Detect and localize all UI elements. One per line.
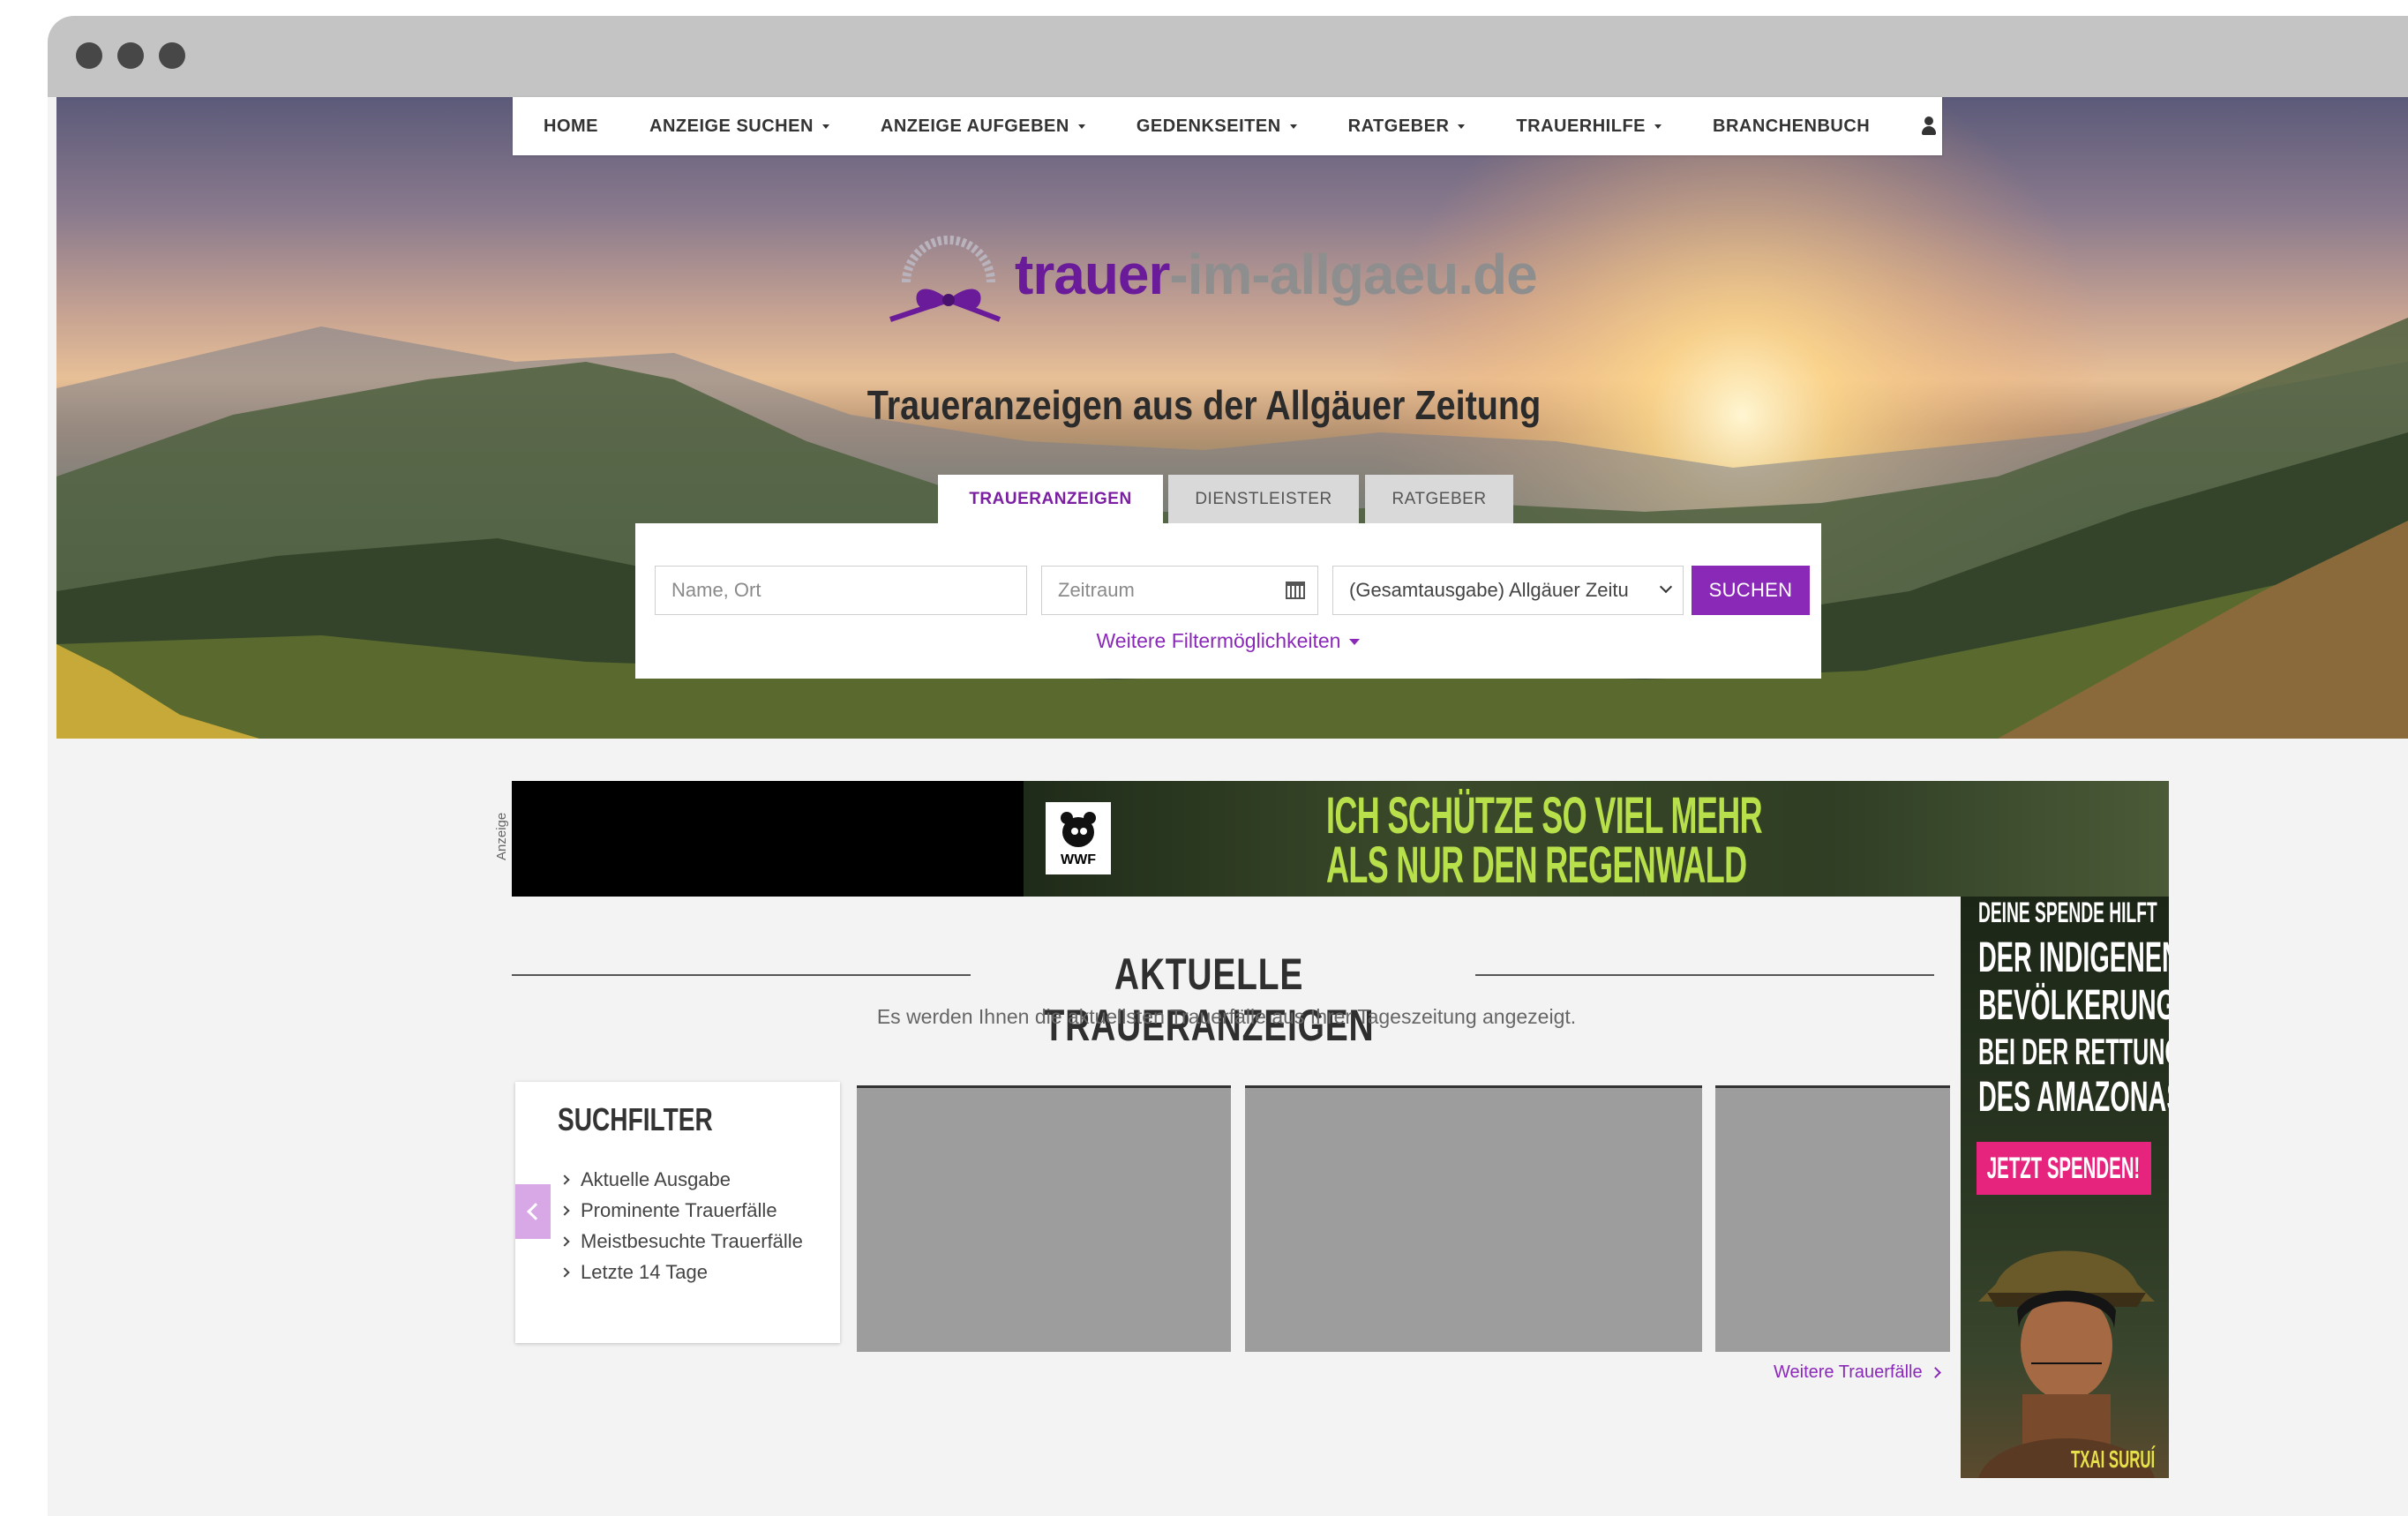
caret-down-icon — [1349, 639, 1361, 646]
ad-right-name: TXAI SURUÍ — [2071, 1445, 2156, 1473]
ad-banner-top[interactable]: WWF ICH SCHÜTZE SO VIEL MEHR ALS NUR DEN… — [512, 781, 2169, 897]
wwf-logo: WWF — [1046, 802, 1111, 874]
caret-down-icon — [1289, 124, 1297, 129]
nav-gedenkseiten-label: GEDENKSEITEN — [1136, 116, 1281, 136]
chevron-right-icon — [559, 1267, 570, 1278]
ad-right-line4: BEI DER RETTUNG — [1978, 1031, 2169, 1072]
window-maximize-dot[interactable] — [159, 42, 185, 69]
donate-button[interactable]: JETZT SPENDEN! — [1977, 1142, 2151, 1195]
more-obituaries-link[interactable]: Weitere Trauerfälle — [1774, 1362, 1941, 1383]
ad-label: Anzeige — [494, 812, 509, 860]
section-title: AKTUELLE TRAUERANZEIGEN — [1043, 949, 1375, 1050]
panda-icon — [1057, 808, 1099, 851]
window-close-dot[interactable] — [76, 42, 102, 69]
filter-title: SUCHFILTER — [558, 1101, 713, 1137]
nav-trauerhilfe[interactable]: TRAUERHILFE — [1516, 116, 1662, 137]
nav-branchenbuch-label: BRANCHENBUCH — [1713, 116, 1871, 136]
nav-home-label: HOME — [544, 116, 598, 136]
name-ort-input[interactable]: Name, Ort — [655, 566, 1027, 615]
bow-wreath-icon — [889, 236, 1001, 322]
obituary-card[interactable] — [1245, 1085, 1702, 1352]
heading-rule-right — [1475, 974, 1934, 976]
user-icon[interactable] — [1921, 116, 1937, 136]
tab-ratgeber[interactable]: RATGEBER — [1365, 475, 1513, 524]
caret-down-icon — [1458, 124, 1466, 129]
chevron-right-icon — [559, 1236, 570, 1247]
zeitraum-placeholder: Zeitraum — [1058, 579, 1135, 601]
filter-item-letzte-14-tage[interactable]: Letzte 14 Tage — [559, 1261, 708, 1284]
carousel-prev-button[interactable] — [515, 1184, 551, 1239]
name-ort-placeholder: Name, Ort — [671, 579, 761, 601]
edition-select[interactable]: (Gesamtausgabe) Allgäuer Zeitu — [1332, 566, 1684, 615]
window-titlebar — [48, 16, 2408, 97]
logo-part2: -im-allgaeu.de — [1169, 243, 1537, 306]
nav-home[interactable]: HOME — [544, 116, 598, 137]
tab-dienstleister[interactable]: DIENSTLEISTER — [1168, 475, 1359, 524]
search-filter-box: SUCHFILTER Aktuelle Ausgabe Prominente T… — [515, 1082, 840, 1343]
more-filters-link[interactable]: Weitere Filtermöglichkeiten — [635, 629, 1821, 653]
obituary-card[interactable] — [1715, 1085, 1950, 1352]
nav-anzeige-aufgeben-label: ANZEIGE AUFGEBEN — [880, 116, 1069, 136]
more-filters-label: Weitere Filtermöglichkeiten — [1096, 629, 1341, 652]
chevron-down-icon — [1659, 580, 1673, 594]
nav-branchenbuch[interactable]: BRANCHENBUCH — [1713, 116, 1870, 137]
nav-anzeige-suchen-label: ANZEIGE SUCHEN — [649, 116, 814, 136]
filter-item-label: Letzte 14 Tage — [581, 1261, 708, 1283]
logo-part1: trauer — [1015, 243, 1170, 306]
caret-down-icon — [1077, 124, 1085, 129]
filter-item-label: Meistbesuchte Trauerfälle — [581, 1230, 803, 1252]
filter-item-meistbesuchte[interactable]: Meistbesuchte Trauerfälle — [559, 1230, 803, 1253]
nav-anzeige-aufgeben[interactable]: ANZEIGE AUFGEBEN — [881, 116, 1085, 137]
calendar-icon[interactable] — [1286, 582, 1305, 599]
nav-ratgeber-label: RATGEBER — [1347, 116, 1450, 136]
filter-item-label: Aktuelle Ausgabe — [581, 1168, 731, 1190]
nav-anzeige-suchen[interactable]: ANZEIGE SUCHEN — [649, 116, 829, 137]
ad-headline-line2: ALS NUR DEN REGENWALD — [1326, 837, 1747, 894]
ad-banner-right[interactable]: DEINE SPENDE HILFT DER INDIGENEN BEVÖLKE… — [1961, 897, 2169, 1478]
section-subtitle: Es werden Ihnen die aktuellsten Trauerfä… — [876, 1005, 1577, 1028]
search-panel: Name, Ort Zeitraum (Gesamtausgabe) Allgä… — [635, 523, 1821, 679]
search-button[interactable]: SUCHEN — [1692, 566, 1810, 615]
donate-button-label: JETZT SPENDEN! — [1987, 1151, 2141, 1185]
filter-item-prominente[interactable]: Prominente Trauerfälle — [559, 1199, 777, 1222]
more-obituaries-label: Weitere Trauerfälle — [1774, 1362, 1923, 1382]
main-navigation: HOME ANZEIGE SUCHEN ANZEIGE AUFGEBEN GED… — [513, 97, 1942, 155]
nav-ratgeber[interactable]: RATGEBER — [1348, 116, 1466, 137]
window-minimize-dot[interactable] — [117, 42, 144, 69]
chevron-right-icon — [559, 1175, 570, 1185]
site-logo[interactable]: trauer-im-allgaeu.de — [887, 231, 1610, 346]
chevron-right-icon — [559, 1205, 570, 1216]
portrait-image — [1978, 1250, 2155, 1478]
caret-down-icon — [1654, 124, 1662, 129]
obituary-card[interactable] — [857, 1085, 1231, 1352]
chevron-right-icon — [1929, 1367, 1941, 1378]
ad-right-line5: DES AMAZONAS — [1978, 1074, 2169, 1121]
tab-traueranzeigen[interactable]: TRAUERANZEIGEN — [938, 475, 1163, 524]
nav-trauerhilfe-label: TRAUERHILFE — [1516, 116, 1647, 136]
ad-right-line2: DER INDIGENEN — [1978, 934, 2169, 981]
edition-selected-value: (Gesamtausgabe) Allgäuer Zeitu — [1349, 579, 1629, 601]
nav-gedenkseiten[interactable]: GEDENKSEITEN — [1136, 116, 1297, 137]
caret-down-icon — [821, 124, 829, 129]
filter-item-aktuelle-ausgabe[interactable]: Aktuelle Ausgabe — [559, 1168, 731, 1191]
zeitraum-input[interactable]: Zeitraum — [1041, 566, 1318, 615]
chevron-left-icon — [527, 1203, 544, 1220]
heading-rule-left — [512, 974, 971, 976]
filter-item-label: Prominente Trauerfälle — [581, 1199, 777, 1221]
logo-wordmark: trauer-im-allgaeu.de — [1015, 242, 1538, 307]
wwf-logo-text: WWF — [1061, 852, 1096, 867]
hero-title: Traueranzeigen aus der Allgäuer Zeitung — [866, 382, 1542, 428]
ad-right-line1: DEINE SPENDE HILFT — [1978, 897, 2157, 928]
